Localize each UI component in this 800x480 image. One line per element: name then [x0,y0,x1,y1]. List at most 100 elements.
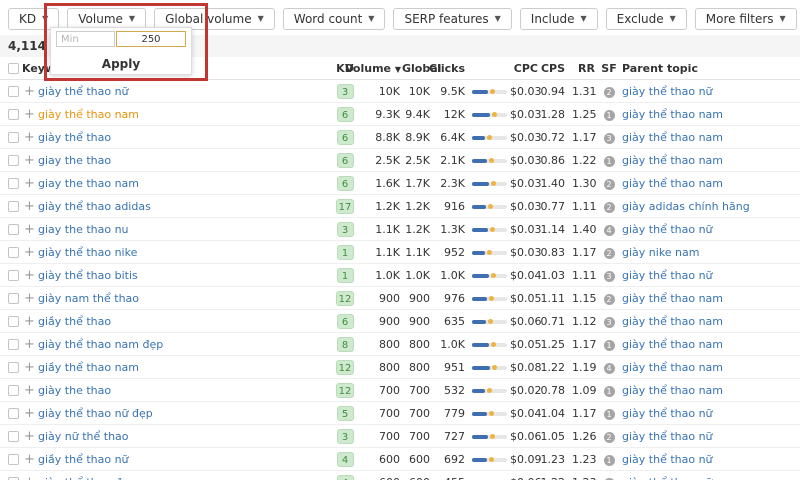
expand-plus-icon[interactable]: + [24,448,35,471]
row-checkbox[interactable] [8,86,19,97]
select-all-checkbox[interactable] [8,63,19,74]
keyword-link[interactable]: giày nam thể thao [38,292,139,305]
expand-plus-icon[interactable]: + [24,356,35,379]
row-checkbox[interactable] [8,270,19,281]
parent-topic-link[interactable]: giày thể thao nữ [622,223,713,236]
parent-topic-link[interactable]: giày thể thao nữ [622,476,713,480]
serp-features-badge[interactable]: 1 [600,333,618,356]
keyword-link[interactable]: giày thể thao adidas [38,200,151,213]
serp-features-badge[interactable]: 1 [600,149,618,172]
expand-plus-icon[interactable]: + [24,80,35,103]
parent-topic-link[interactable]: giày thể thao nữ [622,430,713,443]
keyword-link[interactable]: giày thể thao [38,131,111,144]
keyword-link[interactable]: giày thể thao nữ [38,85,129,98]
serp-features-badge[interactable]: 2 [600,80,618,103]
serp-features-badge[interactable]: 3 [600,126,618,149]
keyword-link[interactable]: giày the thao [38,384,111,397]
parent-topic-link[interactable]: giày thể thao nữ [622,85,713,98]
keyword-link[interactable]: giày thể thao nike [38,246,137,259]
row-checkbox[interactable] [8,431,19,442]
row-checkbox[interactable] [8,385,19,396]
expand-plus-icon[interactable]: + [24,425,35,448]
volume-min-value-input[interactable] [116,31,186,47]
serp-features-badge[interactable]: 3 [600,264,618,287]
parent-topic-link[interactable]: giày thể thao nam [622,361,723,374]
row-checkbox[interactable] [8,454,19,465]
expand-plus-icon[interactable]: + [24,149,35,172]
parent-topic-link[interactable]: giày adidas chính hãng [622,200,750,213]
expand-plus-icon[interactable]: + [24,402,35,425]
serp-features-badge[interactable]: 1 [600,448,618,471]
parent-topic-link[interactable]: giày nike nam [622,246,699,259]
filter-button[interactable]: Exclude ▼ [606,8,687,30]
keyword-link[interactable]: giày thể thao bitis [38,269,138,282]
serp-features-badge[interactable]: 4 [600,356,618,379]
expand-plus-icon[interactable]: + [24,333,35,356]
parent-topic-link[interactable]: giày thể thao nam [622,154,723,167]
col-global[interactable]: Global [402,57,430,80]
parent-topic-link[interactable]: giày thể thao nam [622,292,723,305]
expand-plus-icon[interactable]: + [24,310,35,333]
row-checkbox[interactable] [8,316,19,327]
serp-features-badge[interactable]: 2 [600,425,618,448]
row-checkbox[interactable] [8,224,19,235]
keyword-link[interactable]: giầy thể thao nữ [38,453,129,466]
row-checkbox[interactable] [8,132,19,143]
row-checkbox[interactable] [8,408,19,419]
expand-plus-icon[interactable]: + [24,379,35,402]
row-checkbox[interactable] [8,339,19,350]
serp-features-badge[interactable]: 2 [600,172,618,195]
row-checkbox[interactable] [8,155,19,166]
keyword-link[interactable]: giày thể thao đẹp [38,476,135,480]
row-checkbox[interactable] [8,201,19,212]
col-sf[interactable]: SF [600,57,618,80]
volume-min-input[interactable] [56,31,115,47]
parent-topic-link[interactable]: giày thể thao nữ [622,269,713,282]
parent-topic-link[interactable]: giày thể thao nữ [622,407,713,420]
row-checkbox[interactable] [8,362,19,373]
parent-topic-link[interactable]: giày thể thao nam [622,338,723,351]
keyword-link[interactable]: giay the thao nam [38,177,139,190]
row-checkbox[interactable] [8,247,19,258]
col-cpc[interactable]: CPC [510,57,538,80]
keyword-link[interactable]: giay the thao [38,154,111,167]
filter-button[interactable]: Word count ▼ [283,8,386,30]
serp-features-badge[interactable]: 4 [600,218,618,241]
keyword-link[interactable]: giày thể thao nam đẹp [38,338,163,351]
keyword-link[interactable]: giầy thể thao nam [38,361,139,374]
serp-features-badge[interactable]: 3 [600,310,618,333]
expand-plus-icon[interactable]: + [24,241,35,264]
keyword-link[interactable]: giày thể thao nữ đẹp [38,407,153,420]
expand-plus-icon[interactable]: + [24,103,35,126]
row-checkbox[interactable] [8,109,19,120]
col-clicks[interactable]: Clicks [427,57,465,80]
serp-features-badge[interactable]: 2 [600,287,618,310]
expand-plus-icon[interactable]: + [24,172,35,195]
col-rr[interactable]: RR [572,57,595,80]
keyword-link[interactable]: giay the thao nu [38,223,129,236]
parent-topic-link[interactable]: giày thể thao nam [622,108,723,121]
serp-features-badge[interactable]: 1 [600,103,618,126]
col-cps[interactable]: CPS [540,57,565,80]
parent-topic-link[interactable]: giày thể thao nam [622,315,723,328]
expand-plus-icon[interactable]: + [24,471,35,480]
expand-plus-icon[interactable]: + [24,195,35,218]
serp-features-badge[interactable]: 2 [600,195,618,218]
expand-plus-icon[interactable]: + [24,126,35,149]
serp-features-badge[interactable]: 2 [600,241,618,264]
parent-topic-link[interactable]: giày thể thao nam [622,131,723,144]
filter-button[interactable]: More filters ▼ [695,8,797,30]
parent-topic-link[interactable]: giày thể thao nam [622,177,723,190]
serp-features-badge[interactable]: 2 [600,471,618,480]
expand-plus-icon[interactable]: + [24,264,35,287]
filter-button[interactable]: Include ▼ [520,8,598,30]
row-checkbox[interactable] [8,178,19,189]
serp-features-badge[interactable]: 1 [600,379,618,402]
filter-button[interactable]: SERP features ▼ [393,8,511,30]
serp-features-badge[interactable]: 1 [600,402,618,425]
col-volume[interactable]: Volume ▼ [345,57,400,80]
keyword-link[interactable]: giày nữ thể thao [38,430,129,443]
expand-plus-icon[interactable]: + [24,218,35,241]
keyword-link[interactable]: giầy thể thao [38,315,111,328]
row-checkbox[interactable] [8,293,19,304]
